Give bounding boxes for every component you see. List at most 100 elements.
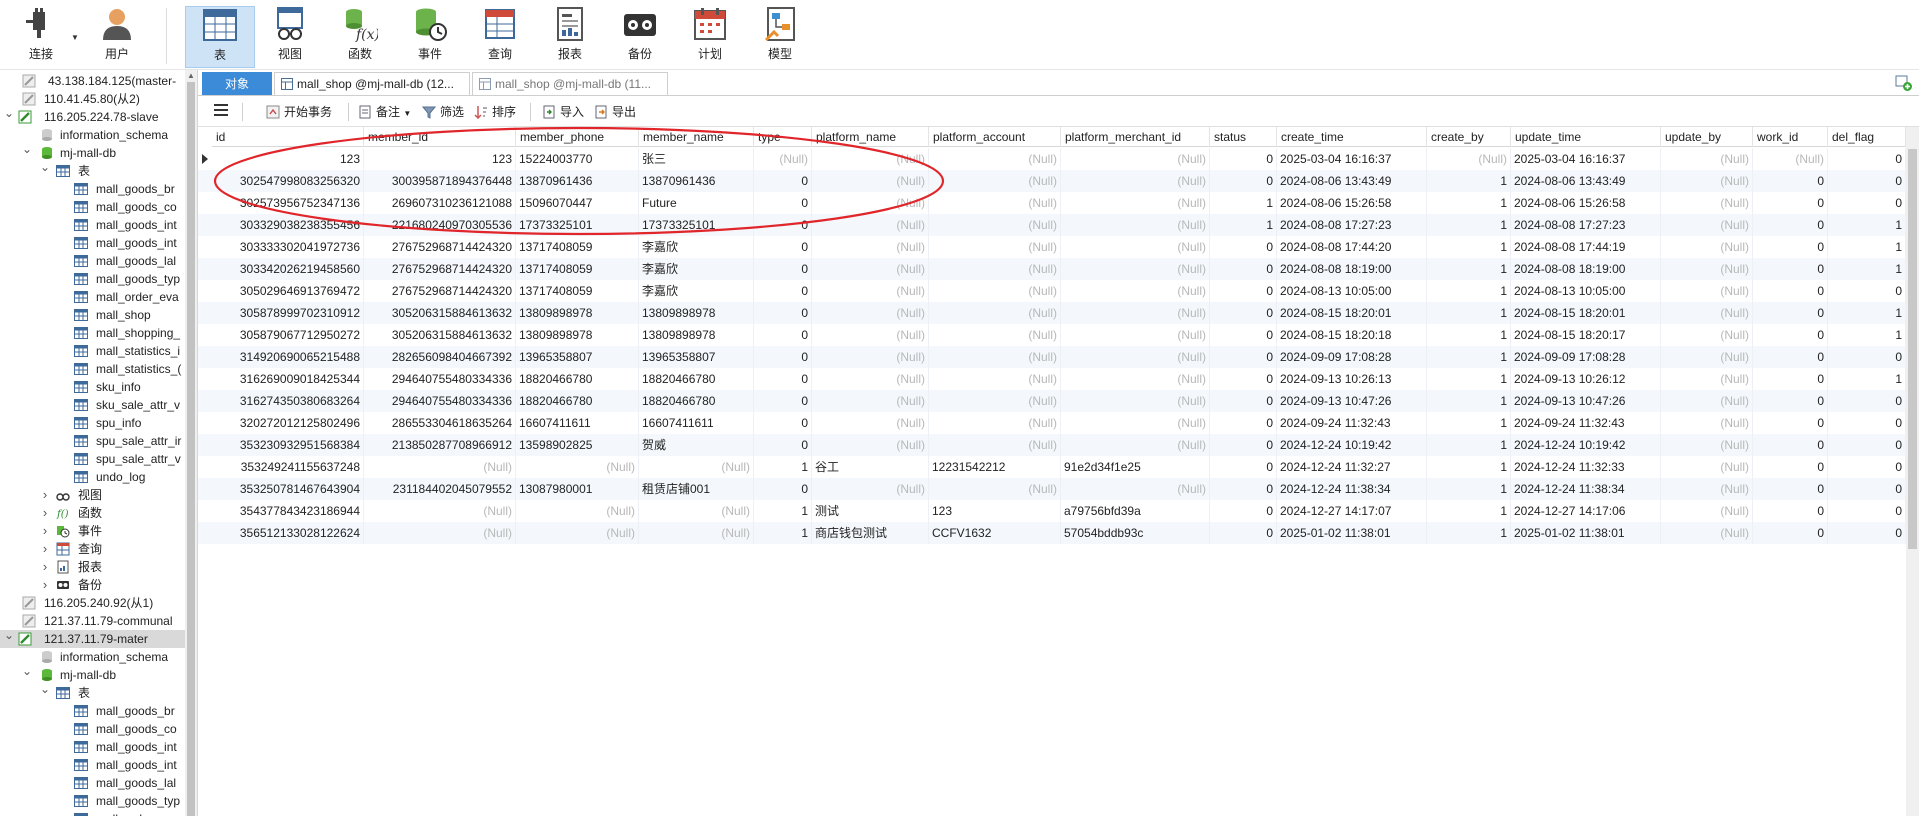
tree-item[interactable]: mall_goods_typ xyxy=(0,270,186,288)
cell-create-time[interactable]: 2024-09-13 10:26:13 xyxy=(1277,368,1427,390)
import-button[interactable]: 导入 xyxy=(542,103,584,121)
cell-status[interactable]: 0 xyxy=(1210,148,1277,170)
cell-id[interactable]: 302547998083256320 xyxy=(212,170,364,192)
cell-member-name[interactable]: (Null) xyxy=(639,456,754,478)
cell-work-id[interactable]: 0 xyxy=(1753,522,1828,544)
cell-member-phone[interactable]: 16607411611 xyxy=(516,412,639,434)
cell-id[interactable]: 353230932951568384 xyxy=(212,434,364,456)
cell-update-by[interactable]: (Null) xyxy=(1661,148,1753,170)
cell-work-id[interactable]: 0 xyxy=(1753,192,1828,214)
sort-button[interactable]: 排序 xyxy=(474,103,516,121)
table-row[interactable]: 353230932951568384 213850287708966912 1359… xyxy=(198,434,1906,456)
cell-member-id[interactable]: 231184402045079552 xyxy=(364,478,516,500)
cell-status[interactable]: 0 xyxy=(1210,434,1277,456)
tree-item[interactable]: information_schema xyxy=(0,126,186,144)
cell-platform-account[interactable]: (Null) xyxy=(929,302,1061,324)
column-header-member-id[interactable]: member_id xyxy=(364,127,516,147)
cell-create-time[interactable]: 2024-12-24 10:19:42 xyxy=(1277,434,1427,456)
grid-scroll-thumb[interactable] xyxy=(1908,149,1917,549)
cell-platform-merchant-id[interactable]: 91e2d34f1e25 xyxy=(1061,456,1210,478)
cell-status[interactable]: 0 xyxy=(1210,170,1277,192)
tree-item[interactable]: spu_info xyxy=(0,414,186,432)
cell-create-by[interactable]: 1 xyxy=(1427,170,1511,192)
tree-item[interactable]: ⌄ 表 xyxy=(0,684,186,702)
table-row[interactable]: 316274350380683264 294640755480334336 1882… xyxy=(198,390,1906,412)
column-header-update-time[interactable]: update_time xyxy=(1511,127,1661,147)
tree-item[interactable]: mall_goods_lal xyxy=(0,774,186,792)
cell-work-id[interactable]: 0 xyxy=(1753,412,1828,434)
cell-id[interactable]: 320272012125802496 xyxy=(212,412,364,434)
cell-create-by[interactable]: 1 xyxy=(1427,434,1511,456)
cell-platform-account[interactable]: (Null) xyxy=(929,214,1061,236)
tree-item[interactable]: › 报表 xyxy=(0,558,186,576)
cell-work-id[interactable]: 0 xyxy=(1753,478,1828,500)
tree-item[interactable]: › 备份 xyxy=(0,576,186,594)
cell-create-by[interactable]: 1 xyxy=(1427,192,1511,214)
cell-status[interactable]: 0 xyxy=(1210,522,1277,544)
cell-member-phone[interactable]: 13809898978 xyxy=(516,302,639,324)
cell-update-by[interactable]: (Null) xyxy=(1661,302,1753,324)
cell-member-name[interactable]: (Null) xyxy=(639,500,754,522)
cell-member-name[interactable]: 李嘉欣 xyxy=(639,258,754,280)
table-row[interactable]: 303333302041972736 276752968714424320 1371… xyxy=(198,236,1906,258)
cell-member-name[interactable]: 18820466780 xyxy=(639,368,754,390)
cell-del-flag[interactable]: 0 xyxy=(1828,434,1906,456)
cell-create-time[interactable]: 2024-09-09 17:08:28 xyxy=(1277,346,1427,368)
sidebar-scrollbar[interactable]: ▲ xyxy=(185,70,197,816)
cell-del-flag[interactable]: 0 xyxy=(1828,478,1906,500)
cell-status[interactable]: 0 xyxy=(1210,236,1277,258)
column-header-create-by[interactable]: create_by xyxy=(1427,127,1511,147)
toolbar-table-button[interactable]: 表 xyxy=(185,6,255,68)
toolbar-event-button[interactable]: 事件 xyxy=(402,6,458,68)
tree-item[interactable]: undo_log xyxy=(0,468,186,486)
cell-member-name[interactable]: 16607411611 xyxy=(639,412,754,434)
chevron-right-icon[interactable]: › xyxy=(40,522,50,540)
cell-update-time[interactable]: 2025-01-02 11:38:01 xyxy=(1511,522,1661,544)
table-row[interactable]: 305878999702310912 305206315884613632 1380… xyxy=(198,302,1906,324)
cell-member-id[interactable]: (Null) xyxy=(364,456,516,478)
column-header-platform-merchant-id[interactable]: platform_merchant_id xyxy=(1061,127,1210,147)
column-header-platform-account[interactable]: platform_account xyxy=(929,127,1061,147)
cell-status[interactable]: 0 xyxy=(1210,456,1277,478)
cell-member-name[interactable]: 13965358807 xyxy=(639,346,754,368)
cell-create-by[interactable]: 1 xyxy=(1427,412,1511,434)
chevron-down-icon[interactable]: ⌄ xyxy=(40,162,50,176)
cell-platform-account[interactable]: 12231542212 xyxy=(929,456,1061,478)
tree-item[interactable]: mall_goods_typ xyxy=(0,792,186,810)
table-row[interactable]: 305879067712950272 305206315884613632 1380… xyxy=(198,324,1906,346)
cell-del-flag[interactable]: 0 xyxy=(1828,500,1906,522)
cell-member-phone[interactable]: (Null) xyxy=(516,456,639,478)
cell-create-time[interactable]: 2024-08-15 18:20:01 xyxy=(1277,302,1427,324)
cell-work-id[interactable]: 0 xyxy=(1753,170,1828,192)
tree-item[interactable]: mall_goods_int xyxy=(0,234,186,252)
cell-platform-name[interactable]: (Null) xyxy=(812,236,929,258)
new-tab-icon[interactable] xyxy=(1895,74,1913,92)
cell-type[interactable]: 0 xyxy=(754,192,812,214)
cell-platform-name[interactable]: (Null) xyxy=(812,214,929,236)
cell-update-time[interactable]: 2025-03-04 16:16:37 xyxy=(1511,148,1661,170)
cell-create-time[interactable]: 2024-08-13 10:05:00 xyxy=(1277,280,1427,302)
cell-platform-name[interactable]: (Null) xyxy=(812,368,929,390)
cell-type[interactable]: 1 xyxy=(754,500,812,522)
cell-member-id[interactable]: 294640755480334336 xyxy=(364,368,516,390)
cell-update-by[interactable]: (Null) xyxy=(1661,390,1753,412)
cell-id[interactable]: 303342026219458560 xyxy=(212,258,364,280)
tree-item[interactable]: spu_sale_attr_v xyxy=(0,450,186,468)
cell-del-flag[interactable]: 1 xyxy=(1828,302,1906,324)
cell-member-id[interactable]: 294640755480334336 xyxy=(364,390,516,412)
tree-item[interactable]: ⌄ 表 xyxy=(0,162,186,180)
table-row[interactable]: 305029646913769472 276752968714424320 1371… xyxy=(198,280,1906,302)
tree-item[interactable]: information_schema xyxy=(0,648,186,666)
tree-item[interactable]: mall_goods_int xyxy=(0,756,186,774)
cell-del-flag[interactable]: 0 xyxy=(1828,522,1906,544)
tree-item[interactable]: mall_statistics_( xyxy=(0,360,186,378)
cell-update-time[interactable]: 2024-08-15 18:20:01 xyxy=(1511,302,1661,324)
cell-id[interactable]: 316274350380683264 xyxy=(212,390,364,412)
cell-member-phone[interactable]: 13965358807 xyxy=(516,346,639,368)
cell-create-time[interactable]: 2024-08-08 17:27:23 xyxy=(1277,214,1427,236)
cell-platform-merchant-id[interactable]: (Null) xyxy=(1061,280,1210,302)
cell-status[interactable]: 0 xyxy=(1210,346,1277,368)
begin-transaction-button[interactable]: 开始事务 xyxy=(266,103,332,121)
cell-platform-account[interactable]: (Null) xyxy=(929,478,1061,500)
cell-platform-name[interactable]: (Null) xyxy=(812,170,929,192)
